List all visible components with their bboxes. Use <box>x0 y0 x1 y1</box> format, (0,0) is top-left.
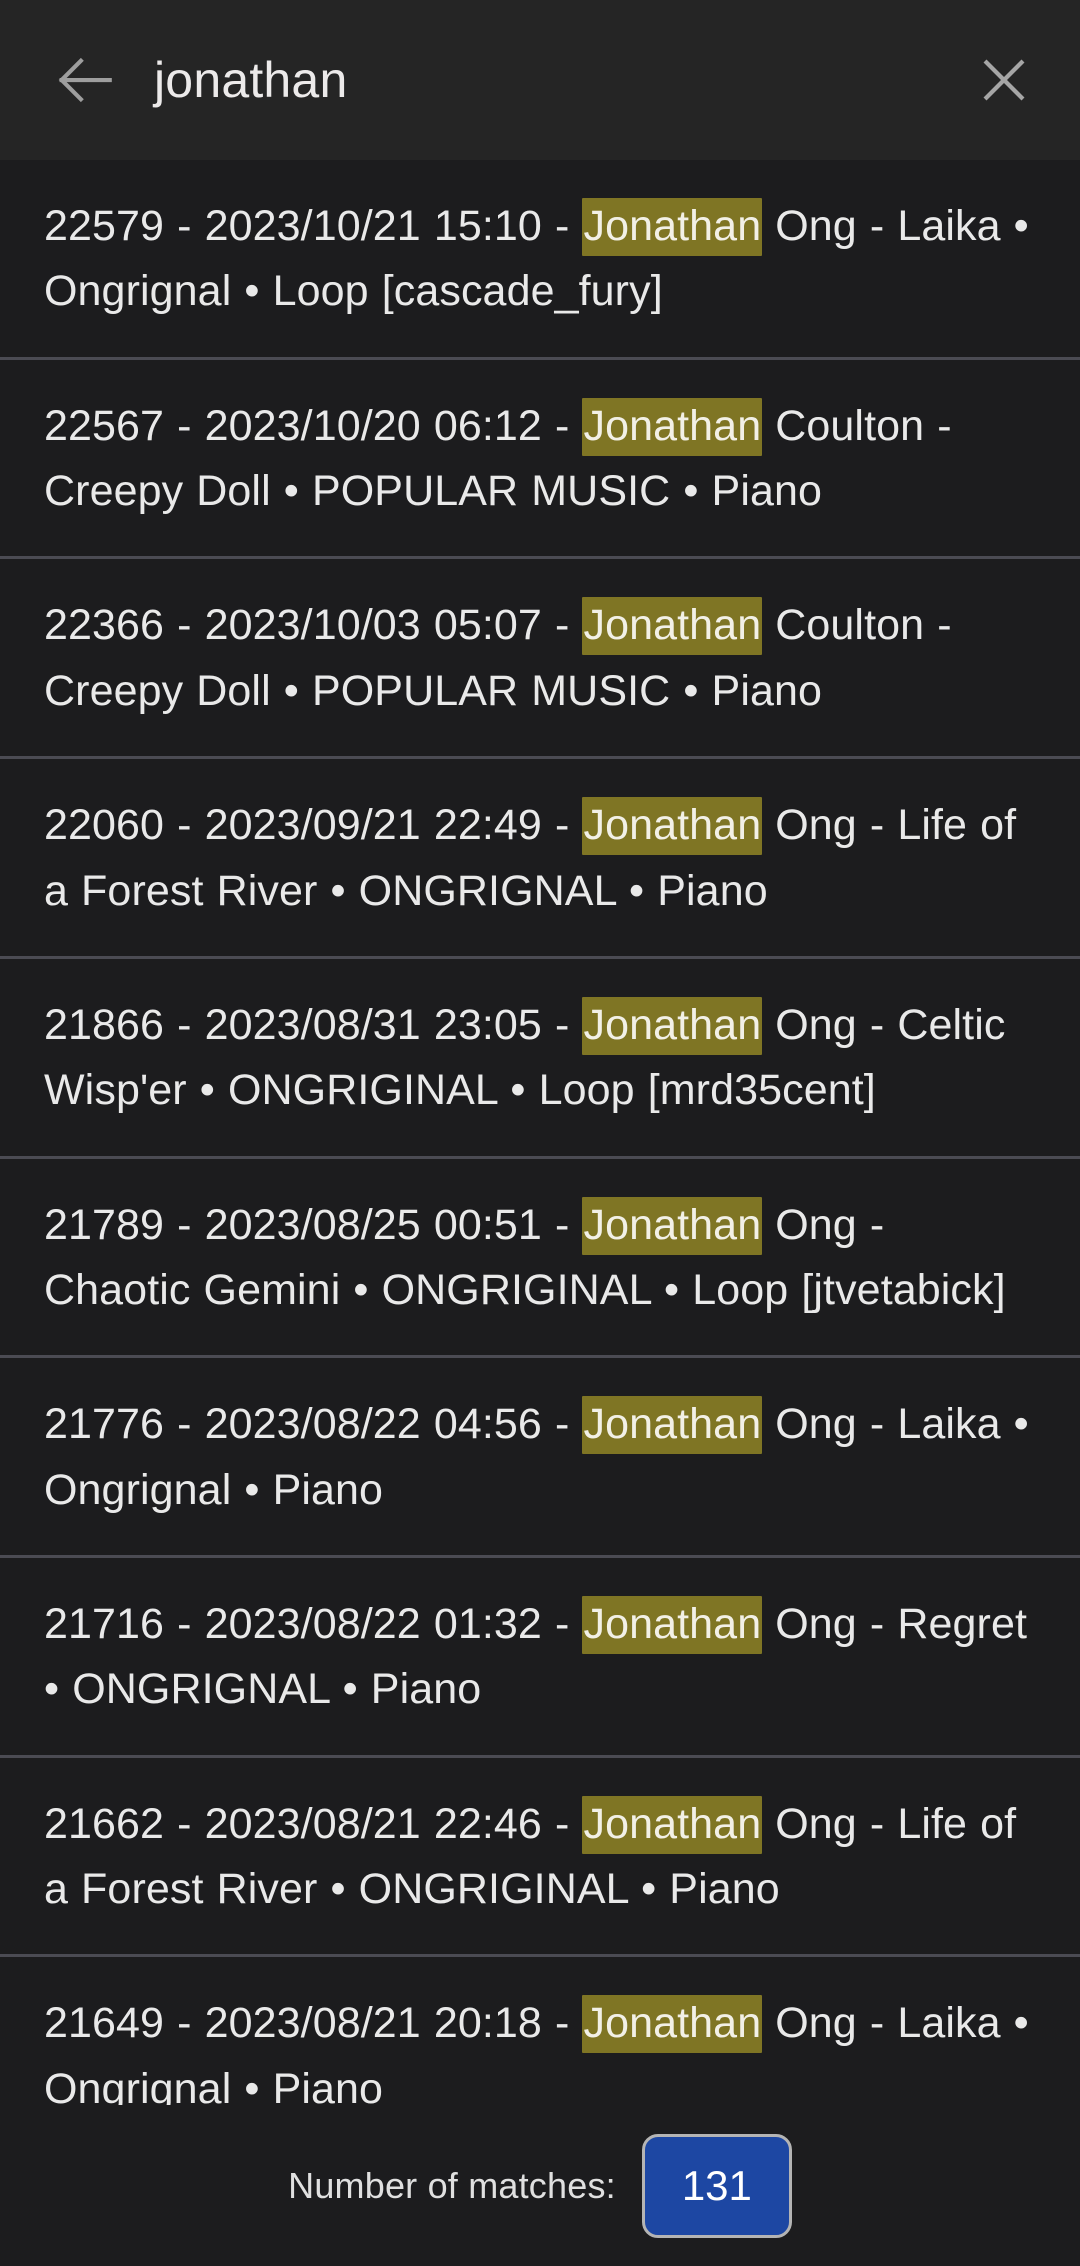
result-text-before-match: 21866 - 2023/08/31 23:05 - <box>44 1000 583 1049</box>
result-match-highlight: Jonathan <box>582 1995 763 2054</box>
result-text-before-match: 22567 - 2023/10/20 06:12 - <box>44 401 583 450</box>
search-result-row[interactable]: 21776 - 2023/08/22 04:56 - Jonathan Ong … <box>0 1358 1080 1559</box>
result-text-before-match: 21649 - 2023/08/21 20:18 - <box>44 1999 583 2048</box>
search-result-row[interactable]: 21789 - 2023/08/25 00:51 - Jonathan Ong … <box>0 1159 1080 1359</box>
search-result-row[interactable]: 22366 - 2023/10/03 05:07 - Jonathan Coul… <box>0 559 1080 760</box>
result-match-highlight: Jonathan <box>582 198 763 256</box>
result-match-highlight: Jonathan <box>582 597 763 656</box>
search-result-row[interactable]: 21866 - 2023/08/31 23:05 - Jonathan Ong … <box>0 959 1080 1159</box>
result-text-before-match: 21789 - 2023/08/25 00:51 - <box>44 1200 583 1249</box>
result-match-highlight: Jonathan <box>582 397 763 456</box>
result-match-highlight: Jonathan <box>582 1196 763 1255</box>
search-result-row[interactable]: 21716 - 2023/08/22 01:32 - Jonathan Ong … <box>0 1558 1080 1758</box>
result-match-highlight: Jonathan <box>582 1795 763 1854</box>
close-icon <box>976 52 1032 108</box>
search-result-row[interactable]: 22579 - 2023/10/21 15:10 - Jonathan Ong … <box>0 160 1080 360</box>
result-text-before-match: 21662 - 2023/08/21 22:46 - <box>44 1799 583 1848</box>
result-match-highlight: Jonathan <box>582 1396 763 1455</box>
clear-search-button[interactable] <box>968 44 1040 116</box>
result-text-before-match: 22579 - 2023/10/21 15:10 - <box>44 202 583 250</box>
search-results-list[interactable]: 22579 - 2023/10/21 15:10 - Jonathan Ong … <box>0 160 1080 2105</box>
back-button[interactable] <box>48 43 122 117</box>
matches-footer: Number of matches: 131 <box>0 2105 1080 2266</box>
search-result-row[interactable]: 22060 - 2023/09/21 22:49 - Jonathan Ong … <box>0 759 1080 959</box>
search-result-row[interactable]: 22567 - 2023/10/20 06:12 - Jonathan Coul… <box>0 360 1080 560</box>
result-text-before-match: 22060 - 2023/09/21 22:49 - <box>44 801 583 850</box>
search-header: jonathan <box>0 0 1080 160</box>
result-match-highlight: Jonathan <box>582 996 763 1055</box>
search-input[interactable]: jonathan <box>154 55 968 105</box>
result-match-highlight: Jonathan <box>582 797 763 856</box>
matches-label: Number of matches: <box>288 2164 616 2206</box>
search-result-row[interactable]: 21662 - 2023/08/21 22:46 - Jonathan Ong … <box>0 1758 1080 1958</box>
matches-count-button[interactable]: 131 <box>641 2133 792 2238</box>
arrow-left-icon <box>52 47 118 113</box>
result-text-before-match: 21776 - 2023/08/22 04:56 - <box>44 1400 583 1449</box>
result-text-before-match: 21716 - 2023/08/22 01:32 - <box>44 1600 583 1649</box>
search-result-row[interactable]: 21649 - 2023/08/21 20:18 - Jonathan Ong … <box>0 1957 1080 2105</box>
result-text-before-match: 22366 - 2023/10/03 05:07 - <box>44 601 583 650</box>
result-match-highlight: Jonathan <box>582 1596 763 1655</box>
